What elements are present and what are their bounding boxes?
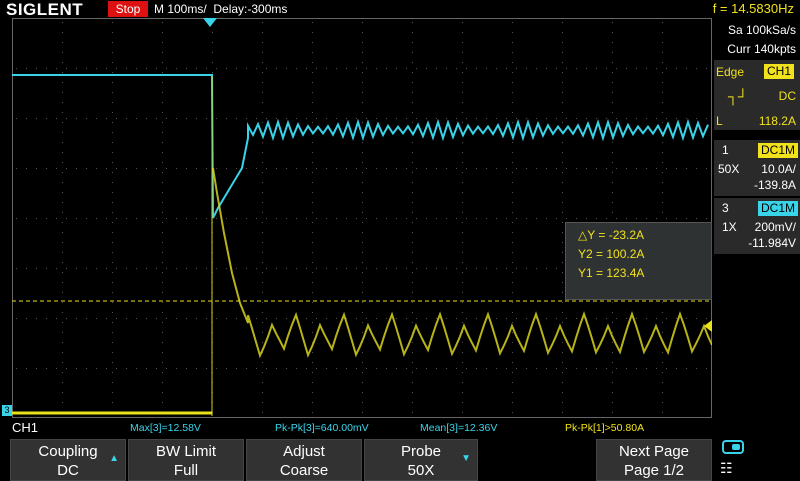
bw-limit-label: BW Limit	[156, 443, 216, 460]
delay-label: Delay:-300ms	[213, 2, 288, 16]
waveform-canvas	[12, 18, 712, 418]
trigger-source-badge: CH1	[764, 64, 795, 79]
bw-limit-softkey[interactable]: BW Limit Full	[128, 439, 244, 481]
active-channel-label: CH1	[12, 420, 39, 435]
ch1-coupling-badge: DC1M	[758, 143, 799, 158]
ch1-offset: -139.8A	[753, 178, 796, 192]
softkey-bar: Coupling DC ▲ BW Limit Full Adjust Coars…	[0, 438, 800, 481]
probe-softkey[interactable]: Probe 50X ▼	[364, 439, 478, 481]
measure-max3: Max[3]=12.58V	[130, 422, 201, 434]
rising-edge-icon: ┐┘	[728, 88, 748, 104]
ch3-scale: 200mV/	[754, 220, 796, 234]
ch1-scale: 10.0A/	[761, 162, 796, 176]
cursor-y2: Y2 = 100.2A	[578, 247, 645, 261]
frequency-counter: f = 14.5830Hz	[712, 1, 794, 16]
timebase-delay[interactable]: M 100ms/ Delay:-300ms	[154, 2, 287, 16]
bw-limit-value: Full	[173, 462, 199, 479]
ch3-number: 3	[722, 201, 729, 215]
cursor-readout: △Y = -23.2A Y2 = 100.2A Y1 = 123.4A	[565, 222, 712, 300]
cursor-delta-y: △Y = -23.2A	[578, 228, 645, 242]
coupling-softkey[interactable]: Coupling DC ▲	[10, 439, 126, 481]
trigger-level: 118.2A	[758, 114, 796, 128]
next-page-label: Next Page	[618, 443, 690, 460]
trigger-coupling: DC	[778, 89, 796, 103]
ch1-probe: 50X	[718, 162, 740, 176]
ch3-probe: 1X	[722, 220, 737, 234]
timebase-label: M 100ms/	[154, 2, 207, 16]
toggle-icon[interactable]	[722, 440, 744, 454]
measure-mean3: Mean[3]=12.36V	[420, 422, 498, 434]
measurement-bar: CH1 Max[3]=12.58V Pk-Pk[3]=640.00mV Mean…	[0, 420, 800, 436]
top-bar: SIGLENT Stop M 100ms/ Delay:-300ms f = 1…	[0, 0, 800, 19]
coupling-softkey-value: DC	[57, 462, 79, 479]
cursor-y1: Y1 = 123.4A	[578, 266, 645, 280]
side-panel: Sa 100kSa/s Curr 140kpts Edge CH1 ┐┘ DC …	[714, 18, 800, 430]
ch1-cursor-arrow[interactable]	[704, 320, 712, 332]
run-stop-status[interactable]: Stop	[108, 1, 148, 17]
trigger-position-marker[interactable]	[203, 18, 217, 27]
adjust-label: Adjust	[283, 443, 325, 460]
trigger-mode: Edge	[716, 65, 745, 79]
status-icons: ☷	[720, 440, 750, 477]
ch3-waveform	[12, 74, 709, 219]
memory-depth: Curr 140kpts	[727, 42, 796, 56]
next-page-softkey[interactable]: Next Page Page 1/2	[596, 439, 712, 481]
up-arrow-icon: ▲	[109, 453, 119, 464]
page-indicator: Page 1/2	[623, 462, 685, 479]
measure-pkpk3: Pk-Pk[3]=640.00mV	[275, 422, 369, 434]
trigger-level-label: L	[716, 114, 723, 128]
ch3-ground-marker[interactable]: 3	[2, 405, 12, 416]
measure-pkpk1: Pk-Pk[1]>50.80A	[565, 422, 645, 434]
ch3-coupling-badge: DC1M	[758, 201, 799, 216]
ch1-number: 1	[722, 143, 729, 157]
adjust-value: Coarse	[279, 462, 329, 479]
ch3-offset: -11.984V	[748, 236, 796, 250]
brand-logo: SIGLENT	[6, 0, 84, 19]
down-arrow-icon: ▼	[461, 453, 471, 464]
coupling-softkey-label: Coupling	[38, 443, 98, 460]
adjust-softkey[interactable]: Adjust Coarse	[246, 439, 362, 481]
waveform-display[interactable]	[12, 18, 712, 418]
grid-dots	[16, 22, 707, 413]
network-icon: ☷	[720, 460, 733, 476]
sample-rate: Sa 100kSa/s	[727, 23, 796, 37]
